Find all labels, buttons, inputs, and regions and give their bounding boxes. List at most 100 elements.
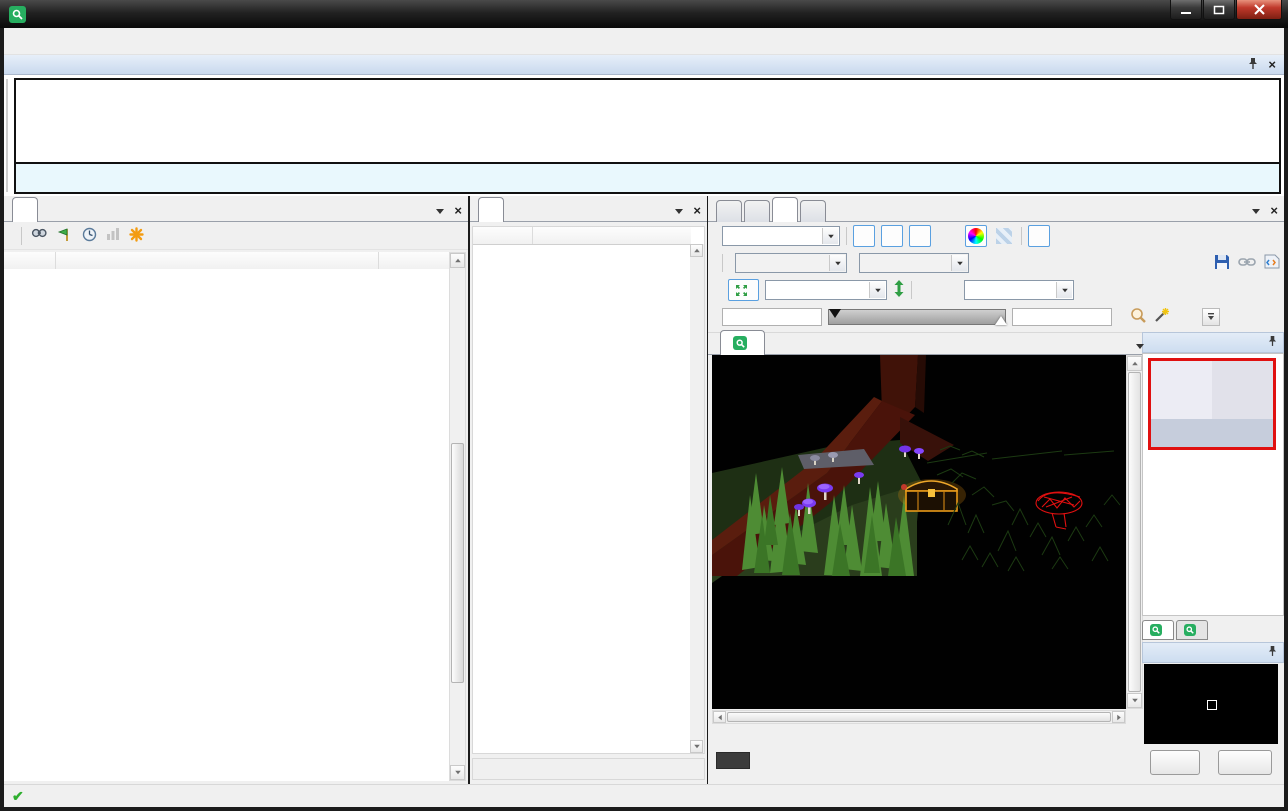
debug-button[interactable] [1218,750,1272,775]
range-max-input[interactable] [1012,308,1112,326]
viewer-horizontal-scrollbar[interactable] [712,710,1126,724]
timeline-track[interactable] [14,78,1281,164]
preview-tabstrip [708,332,1154,355]
close-panel-icon[interactable]: × [693,206,701,216]
color-wheel-toggle[interactable] [965,225,987,247]
overlay-select[interactable] [964,280,1074,300]
event-browser-tabstrip: × [4,196,468,222]
tab-unbound-texture[interactable] [720,330,765,355]
texture-display[interactable] [712,355,1126,709]
tab-texture-viewer[interactable] [772,197,798,222]
blue-channel-toggle[interactable] [909,225,931,247]
api-calls-scrollbar[interactable] [690,244,704,753]
timeline-body[interactable] [4,75,1284,196]
renderdoc-window: { "window": { "title": "debugmarker.rdc … [0,0,1288,811]
pin-icon[interactable] [1248,57,1258,73]
tab-capture-executable[interactable] [800,200,826,222]
event-browser-scrollbar[interactable] [449,252,466,781]
event-browser-toolbar [4,222,468,250]
autofit-range-icon[interactable] [1153,307,1170,327]
checker-background-toggle[interactable] [993,225,1015,247]
renderdoc-icon [1150,624,1162,636]
api-calls-panel: × [470,196,707,784]
tab-outputs[interactable] [1142,620,1174,640]
save-texture-icon[interactable] [1214,254,1230,273]
outputs-thumbnail-list [1142,353,1284,616]
renderdoc-texture-icon [733,336,747,350]
color-wheel-icon [968,228,984,244]
callstack-section[interactable] [472,758,705,780]
find-icon[interactable] [31,227,48,245]
pin-icon[interactable] [1268,645,1277,660]
minimize-button[interactable] [1170,0,1202,20]
stats-icon[interactable] [106,227,120,244]
tab-api-calls[interactable] [478,197,504,222]
zoom-level-select[interactable] [765,280,887,300]
range-white-handle[interactable] [995,316,1007,325]
api-calls-columns [473,227,691,245]
close-panel-icon[interactable]: × [454,206,462,216]
pin-icon[interactable] [1268,335,1277,350]
dock-menu-icon[interactable] [675,209,683,214]
red-channel-toggle[interactable] [853,225,875,247]
bookmark-icon[interactable] [129,227,144,245]
column-api-call[interactable] [533,227,691,244]
api-calls-list [472,226,705,754]
timeline-panel: × [4,55,1284,196]
flip-y-icon[interactable] [893,280,905,300]
column-eid[interactable] [473,227,533,244]
tab-pipeline-state[interactable] [716,200,742,222]
renderdoc-icon [1184,624,1196,636]
open-texture-list-icon[interactable] [1264,254,1280,272]
renderdoc-logo-icon [9,6,26,23]
alpha-channel-toggle[interactable] [937,225,959,247]
pixel-context-header [1142,642,1284,663]
right-tabstrip: × [708,196,1284,222]
tab-mesh-output[interactable] [744,200,770,222]
goto-current-icon[interactable] [57,227,73,245]
event-browser-rows [4,269,449,781]
time-draws-icon[interactable] [82,227,97,245]
check-icon: ✔ [12,788,24,805]
close-panel-icon[interactable]: × [1270,206,1278,216]
zoom-range-icon[interactable] [1130,307,1147,327]
gamma-toggle[interactable] [1028,225,1050,247]
outputs-header [1142,332,1284,353]
green-channel-toggle[interactable] [881,225,903,247]
title-bar [0,0,1288,28]
dock-menu-icon[interactable] [1252,209,1260,214]
range-black-handle[interactable] [829,309,841,318]
texture-list-dropdown-icon[interactable] [1136,344,1144,349]
timeline-resource-usage [14,162,1281,194]
fit-button[interactable] [728,279,759,301]
viewer-vertical-scrollbar[interactable] [1126,355,1143,709]
column-eid[interactable] [4,252,56,269]
range-slider[interactable] [828,309,1006,325]
toolbar-overflow-button[interactable] [1202,308,1220,326]
range-min-input[interactable] [722,308,822,326]
column-duration[interactable] [379,252,449,269]
column-name[interactable] [56,252,379,269]
fit-arrows-icon [735,284,748,297]
fb0-thumbnail[interactable] [1148,358,1276,450]
dock-menu-icon[interactable] [436,209,444,214]
event-browser-panel: × [4,196,468,784]
maximize-button[interactable] [1203,0,1235,20]
texture-viewer-panel: × [708,196,1284,784]
texture-viewer-toolbar [708,222,1284,333]
outputs-inputs-tabs [1142,616,1284,640]
channels-select[interactable] [722,226,840,246]
mip-select[interactable] [735,253,847,273]
picked-pixel-marker [1207,700,1217,710]
history-button[interactable] [1150,750,1200,775]
close-timeline-icon[interactable]: × [1268,60,1276,70]
rendered-scene [712,355,1126,709]
tab-inputs[interactable] [1176,620,1208,640]
timeline-header: × [4,55,1284,75]
slice-face-select[interactable] [859,253,969,273]
pixel-context-view[interactable] [1144,664,1278,744]
tab-event-browser[interactable] [12,197,38,222]
close-button[interactable] [1236,0,1282,20]
link-texture-icon[interactable] [1238,255,1256,272]
event-browser-columns [4,252,449,270]
